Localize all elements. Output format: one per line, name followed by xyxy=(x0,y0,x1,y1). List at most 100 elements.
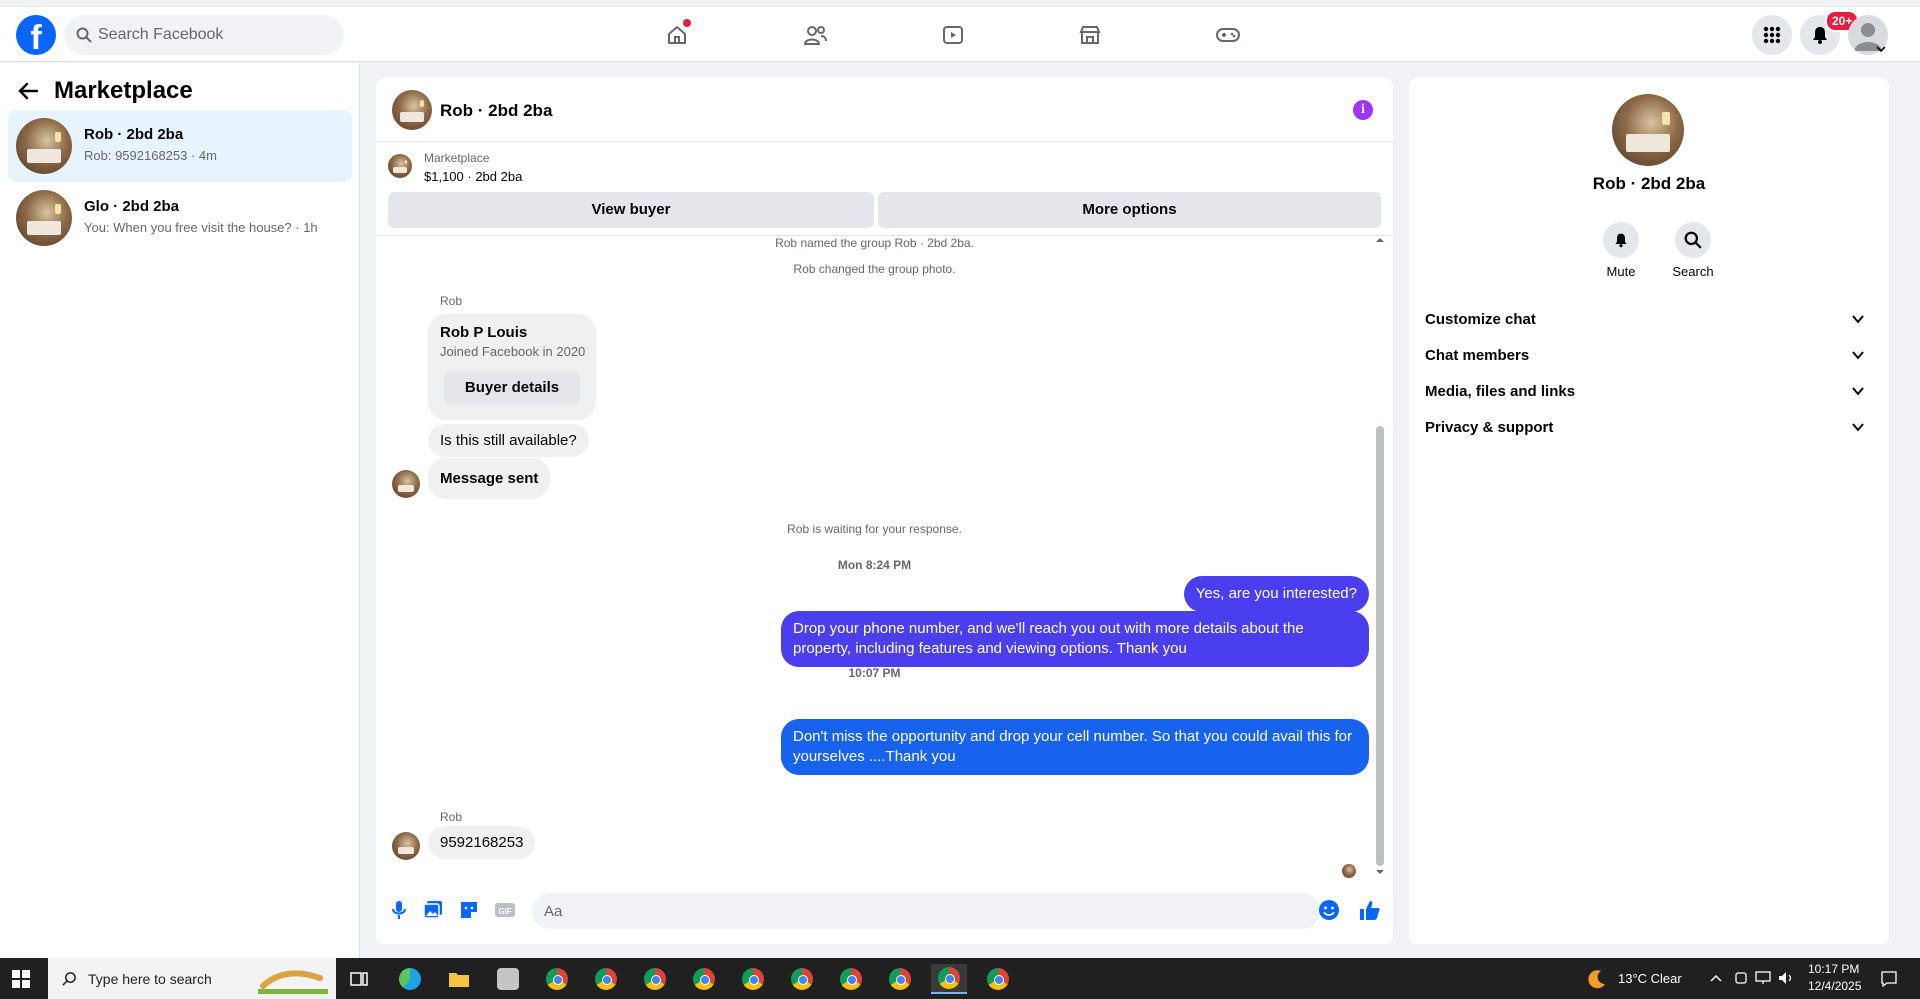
chrome-profile-icon[interactable] xyxy=(833,964,869,994)
chat-scrollbar-thumb[interactable] xyxy=(1376,426,1384,866)
timestamp: 10:07 PM xyxy=(848,666,901,680)
outgoing-message[interactable]: Don't miss the opportunity and drop your… xyxy=(781,719,1369,775)
sender-avatar[interactable] xyxy=(392,470,420,498)
chevron-down-icon[interactable] xyxy=(1876,45,1886,53)
outgoing-message[interactable]: Yes, are you interested? xyxy=(1183,576,1369,612)
video-icon[interactable] xyxy=(937,19,969,51)
system-message: Rob changed the group photo. xyxy=(793,262,956,276)
edge-app-icon[interactable] xyxy=(392,964,428,994)
svg-text:GIF: GIF xyxy=(498,907,511,916)
conversation-title: Rob · 2bd 2ba xyxy=(84,126,184,143)
clock-time[interactable]: 10:17 PM xyxy=(1808,962,1859,976)
more-options-button[interactable]: More options xyxy=(878,192,1381,228)
friends-icon[interactable] xyxy=(799,19,831,51)
top-navigation-bar: f 20+ xyxy=(0,6,1920,62)
chrome-profile-icon[interactable] xyxy=(980,964,1016,994)
app-icon[interactable] xyxy=(490,964,526,994)
chrome-active-window-icon[interactable] xyxy=(931,964,967,994)
conversation-title: Glo · 2bd 2ba xyxy=(84,198,180,215)
chrome-profile-icon[interactable] xyxy=(637,964,673,994)
gaming-icon[interactable] xyxy=(1212,19,1244,51)
scroll-down-icon[interactable] xyxy=(1375,868,1385,876)
section-privacy-support[interactable]: Privacy & support xyxy=(1425,410,1873,446)
section-chat-members[interactable]: Chat members xyxy=(1425,338,1873,374)
mute-button[interactable]: Mute xyxy=(1591,222,1651,279)
page-scrollbar[interactable] xyxy=(1904,62,1920,958)
microphone-icon[interactable] xyxy=(388,899,410,921)
incoming-message[interactable]: 9592168253 xyxy=(428,826,536,859)
section-customize-chat[interactable]: Customize chat xyxy=(1425,302,1873,338)
search-highlight-illustration-icon xyxy=(258,970,328,994)
search-icon xyxy=(76,27,92,43)
incoming-message[interactable]: Message sent xyxy=(428,458,551,499)
search-icon xyxy=(1684,231,1702,249)
message-composer: GIF xyxy=(376,886,1393,936)
chat-info-panel: Rob · 2bd 2ba Mute Search Customize chat… xyxy=(1409,78,1889,944)
system-message: Rob named the group Rob · 2bd 2ba. xyxy=(775,236,974,250)
chat-info-thumbnail[interactable] xyxy=(1612,94,1684,166)
listing-label: Marketplace xyxy=(424,151,490,165)
chrome-profile-icon[interactable] xyxy=(686,964,722,994)
chat-scrollbar[interactable] xyxy=(1375,236,1385,876)
chevron-up-icon[interactable] xyxy=(1710,974,1722,982)
marketplace-inbox-panel: Marketplace Rob · 2bd 2ba Rob: 959216825… xyxy=(0,63,360,958)
chrome-profile-icon[interactable] xyxy=(784,964,820,994)
onedrive-icon[interactable] xyxy=(1734,971,1748,985)
chevron-down-icon xyxy=(1852,351,1864,360)
notification-center-icon[interactable] xyxy=(1880,970,1898,988)
conversation-thumbnail xyxy=(16,118,72,174)
search-icon xyxy=(62,972,76,986)
chat-header: Rob · 2bd 2ba i xyxy=(376,78,1393,142)
search-conversation-button[interactable]: Search xyxy=(1663,222,1723,279)
taskbar-search-box[interactable] xyxy=(48,958,336,999)
chrome-profile-icon[interactable] xyxy=(882,964,918,994)
file-explorer-icon[interactable] xyxy=(441,964,477,994)
menu-grid-button[interactable] xyxy=(1752,15,1792,55)
conversation-thumbnail xyxy=(16,190,72,246)
chrome-profile-icon[interactable] xyxy=(588,964,624,994)
view-buyer-button[interactable]: View buyer xyxy=(388,192,874,228)
volume-icon[interactable] xyxy=(1778,971,1794,985)
search-label: Search xyxy=(1672,264,1714,279)
section-media-files-links[interactable]: Media, files and links xyxy=(1425,374,1873,410)
section-label: Media, files and links xyxy=(1425,383,1576,400)
incoming-message[interactable]: Is this still available? xyxy=(428,424,589,457)
listing-thumbnail[interactable] xyxy=(388,154,412,178)
message-input[interactable] xyxy=(532,893,1320,929)
bell-icon xyxy=(1615,233,1627,248)
chat-title[interactable]: Rob · 2bd 2ba xyxy=(440,101,552,121)
outgoing-message[interactable]: Drop your phone number, and we'll reach … xyxy=(781,611,1369,667)
listing-bar: Marketplace $1,100 · 2bd 2ba View buyer … xyxy=(376,142,1393,236)
search-facebook-box[interactable] xyxy=(64,15,344,55)
gif-icon[interactable]: GIF xyxy=(494,899,516,921)
search-facebook-input[interactable] xyxy=(98,15,334,55)
weather-icon[interactable] xyxy=(1586,968,1608,990)
conversation-item-rob[interactable]: Rob · 2bd 2ba Rob: 9592168253 · 4m xyxy=(8,110,352,182)
facebook-logo[interactable]: f xyxy=(16,15,56,55)
listing-price[interactable]: $1,100 · 2bd 2ba xyxy=(424,169,522,184)
chat-window: Rob · 2bd 2ba i Marketplace $1,100 · 2bd… xyxy=(376,78,1393,944)
chat-thumbnail[interactable] xyxy=(392,90,432,130)
chrome-profile-icon[interactable] xyxy=(539,964,575,994)
task-view-icon[interactable] xyxy=(350,970,368,988)
home-icon[interactable] xyxy=(661,19,693,51)
back-arrow-icon[interactable] xyxy=(18,82,38,100)
sticker-icon[interactable] xyxy=(458,899,480,921)
windows-start-icon[interactable] xyxy=(12,970,30,988)
conversation-preview: Rob: 9592168253 · 4m xyxy=(84,148,217,163)
weather-text[interactable]: 13°C Clear xyxy=(1618,971,1682,986)
info-icon[interactable]: i xyxy=(1353,100,1373,120)
photo-icon[interactable] xyxy=(422,899,444,921)
buyer-details-button[interactable]: Buyer details xyxy=(444,372,580,404)
marketplace-icon[interactable] xyxy=(1074,19,1106,51)
emoji-icon[interactable] xyxy=(1318,899,1340,921)
conversation-item-glo[interactable]: Glo · 2bd 2ba You: When you free visit t… xyxy=(8,182,352,254)
like-icon[interactable] xyxy=(1358,899,1382,923)
network-icon[interactable] xyxy=(1755,971,1771,985)
sender-avatar[interactable] xyxy=(392,832,420,860)
clock-date[interactable]: 12/4/2025 xyxy=(1808,979,1861,993)
chevron-down-icon xyxy=(1852,423,1864,432)
read-receipt-avatar xyxy=(1342,864,1356,878)
chrome-profile-icon[interactable] xyxy=(735,964,771,994)
scroll-up-icon[interactable] xyxy=(1375,236,1385,244)
